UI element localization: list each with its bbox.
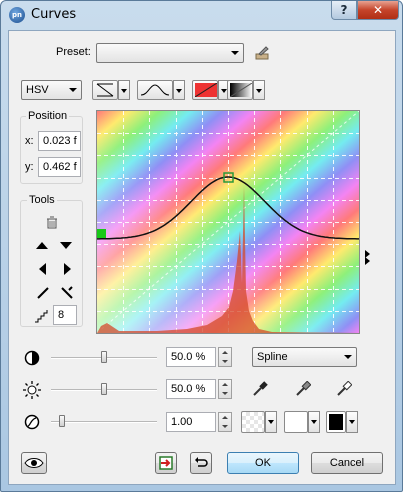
save-preset-icon[interactable] — [253, 44, 271, 62]
preset-select[interactable] — [96, 43, 244, 63]
title-bar: pn Curves ? ✕ — [1, 1, 402, 29]
linear-curve-icon — [96, 83, 114, 97]
curves-dialog: pn Curves ? ✕ Preset: HSV Position x: 0.… — [0, 0, 403, 492]
help-button[interactable]: ? — [331, 1, 357, 20]
move-down-icon[interactable] — [59, 239, 73, 251]
delete-point-icon[interactable] — [45, 216, 59, 230]
gradient-icon — [229, 82, 253, 98]
reset-button[interactable] — [190, 452, 212, 474]
chevron-down-icon — [231, 51, 239, 55]
move-left-icon[interactable] — [37, 262, 49, 276]
black-swatch-button[interactable] — [326, 411, 346, 433]
line-tool-icon[interactable] — [36, 286, 50, 300]
contrast-spinner[interactable] — [218, 347, 232, 367]
tools-title: Tools — [27, 194, 57, 206]
white-swatch-dropdown[interactable] — [308, 411, 320, 433]
window-title: Curves — [31, 7, 77, 22]
eye-icon — [24, 458, 44, 468]
black-swatch-dropdown[interactable] — [346, 411, 358, 433]
black-point-eyedropper-icon[interactable] — [252, 381, 268, 397]
channel-color-button[interactable] — [192, 80, 218, 100]
smooth-line-tool-icon[interactable] — [60, 286, 74, 300]
interpolation-select[interactable]: Spline — [252, 347, 357, 367]
steps-tool-icon[interactable] — [34, 309, 50, 323]
white-point-eyedropper-icon[interactable] — [336, 380, 353, 397]
cancel-button[interactable]: Cancel — [311, 452, 383, 474]
gradient-dropdown[interactable] — [253, 80, 265, 100]
interpolation-value: Spline — [257, 351, 288, 363]
move-right-icon[interactable] — [61, 262, 73, 276]
dialog-body: Preset: HSV Position x: 0.023 f y: 0.462… — [8, 30, 396, 485]
curve-type-dropdown[interactable] — [118, 80, 130, 100]
red-channel-icon — [194, 82, 218, 98]
apply-button[interactable] — [155, 452, 177, 474]
brightness-slider-thumb[interactable] — [101, 383, 107, 395]
bell-curve-icon — [140, 84, 170, 96]
chevron-down-icon — [69, 88, 77, 92]
expand-panel-icon[interactable] — [364, 249, 372, 265]
y-label: y: — [25, 161, 34, 173]
mode-value: HSV — [26, 84, 49, 96]
x-label: x: — [25, 135, 34, 147]
undo-icon — [195, 457, 208, 467]
gamma-icon — [24, 414, 40, 430]
point-count-field[interactable]: 8 — [53, 305, 77, 325]
app-logo-icon: pn — [9, 7, 25, 23]
gamma-slider-track[interactable] — [51, 421, 157, 423]
curve-point[interactable] — [97, 229, 106, 238]
curve-shape-dropdown[interactable] — [173, 80, 185, 100]
ok-button[interactable]: OK — [227, 452, 299, 474]
apply-icon — [159, 456, 173, 470]
brightness-spinner[interactable] — [218, 379, 232, 399]
transparent-swatch-button[interactable] — [241, 411, 265, 433]
preview-toggle-button[interactable] — [21, 452, 47, 474]
contrast-icon — [24, 350, 40, 366]
x-field[interactable]: 0.023 f — [38, 131, 81, 151]
gamma-spinner[interactable] — [218, 412, 232, 432]
curve-editor[interactable] — [96, 110, 360, 334]
curve-shape-button[interactable] — [137, 80, 173, 100]
preset-label: Preset: — [56, 46, 91, 58]
chevron-down-icon — [344, 355, 352, 359]
curve-type-button[interactable] — [92, 80, 118, 100]
gamma-field[interactable]: 1.00 — [166, 412, 216, 432]
close-button[interactable]: ✕ — [357, 1, 399, 20]
brightness-icon — [23, 381, 41, 399]
brightness-field[interactable]: 50.0 % — [166, 379, 216, 399]
gradient-button[interactable] — [227, 80, 253, 100]
mode-select[interactable]: HSV — [21, 80, 82, 100]
contrast-field[interactable]: 50.0 % — [166, 347, 216, 367]
gray-point-eyedropper-icon[interactable] — [295, 380, 312, 397]
white-swatch-button[interactable] — [284, 411, 308, 433]
contrast-slider-thumb[interactable] — [101, 351, 107, 363]
position-title: Position — [26, 110, 70, 122]
black-swatch-fill — [329, 414, 343, 430]
y-field[interactable]: 0.462 f — [38, 157, 81, 177]
gamma-slider-thumb[interactable] — [58, 415, 65, 427]
move-up-icon[interactable] — [35, 239, 49, 251]
curve-canvas[interactable] — [96, 110, 360, 334]
transparent-swatch-dropdown[interactable] — [265, 411, 277, 433]
